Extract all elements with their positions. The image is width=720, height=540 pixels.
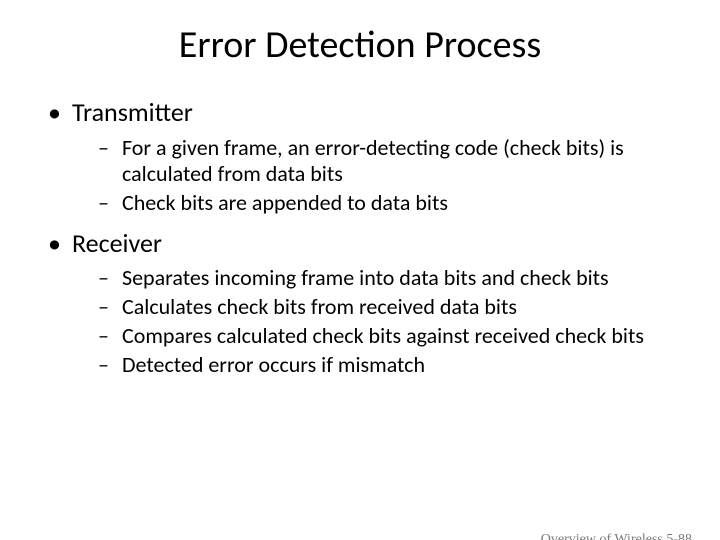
sub-bullet-item: Compares calculated check bits against r… — [94, 323, 678, 350]
slide-title: Error Detection Process — [0, 22, 720, 68]
slide-footer: Overview of Wireless 5-88 — [541, 532, 692, 540]
sub-bullet-item: Calculates check bits from received data… — [94, 294, 678, 321]
slide-content: Transmitter For a given frame, an error-… — [0, 96, 720, 379]
sub-bullet-item: Detected error occurs if mismatch — [94, 352, 678, 379]
sub-bullet-item: Separates incoming frame into data bits … — [94, 265, 678, 292]
sub-bullet-list: For a given frame, an error-detecting co… — [72, 135, 678, 217]
bullet-item: Receiver Separates incoming frame into d… — [42, 227, 678, 379]
slide: Error Detection Process Transmitter For … — [0, 22, 720, 540]
bullet-list: Transmitter For a given frame, an error-… — [42, 96, 678, 379]
sub-bullet-list: Separates incoming frame into data bits … — [72, 265, 678, 378]
sub-bullet-item: For a given frame, an error-detecting co… — [94, 135, 678, 189]
bullet-item: Transmitter For a given frame, an error-… — [42, 96, 678, 217]
sub-bullet-item: Check bits are appended to data bits — [94, 190, 678, 217]
bullet-label: Receiver — [72, 227, 162, 259]
bullet-label: Transmitter — [72, 96, 193, 128]
